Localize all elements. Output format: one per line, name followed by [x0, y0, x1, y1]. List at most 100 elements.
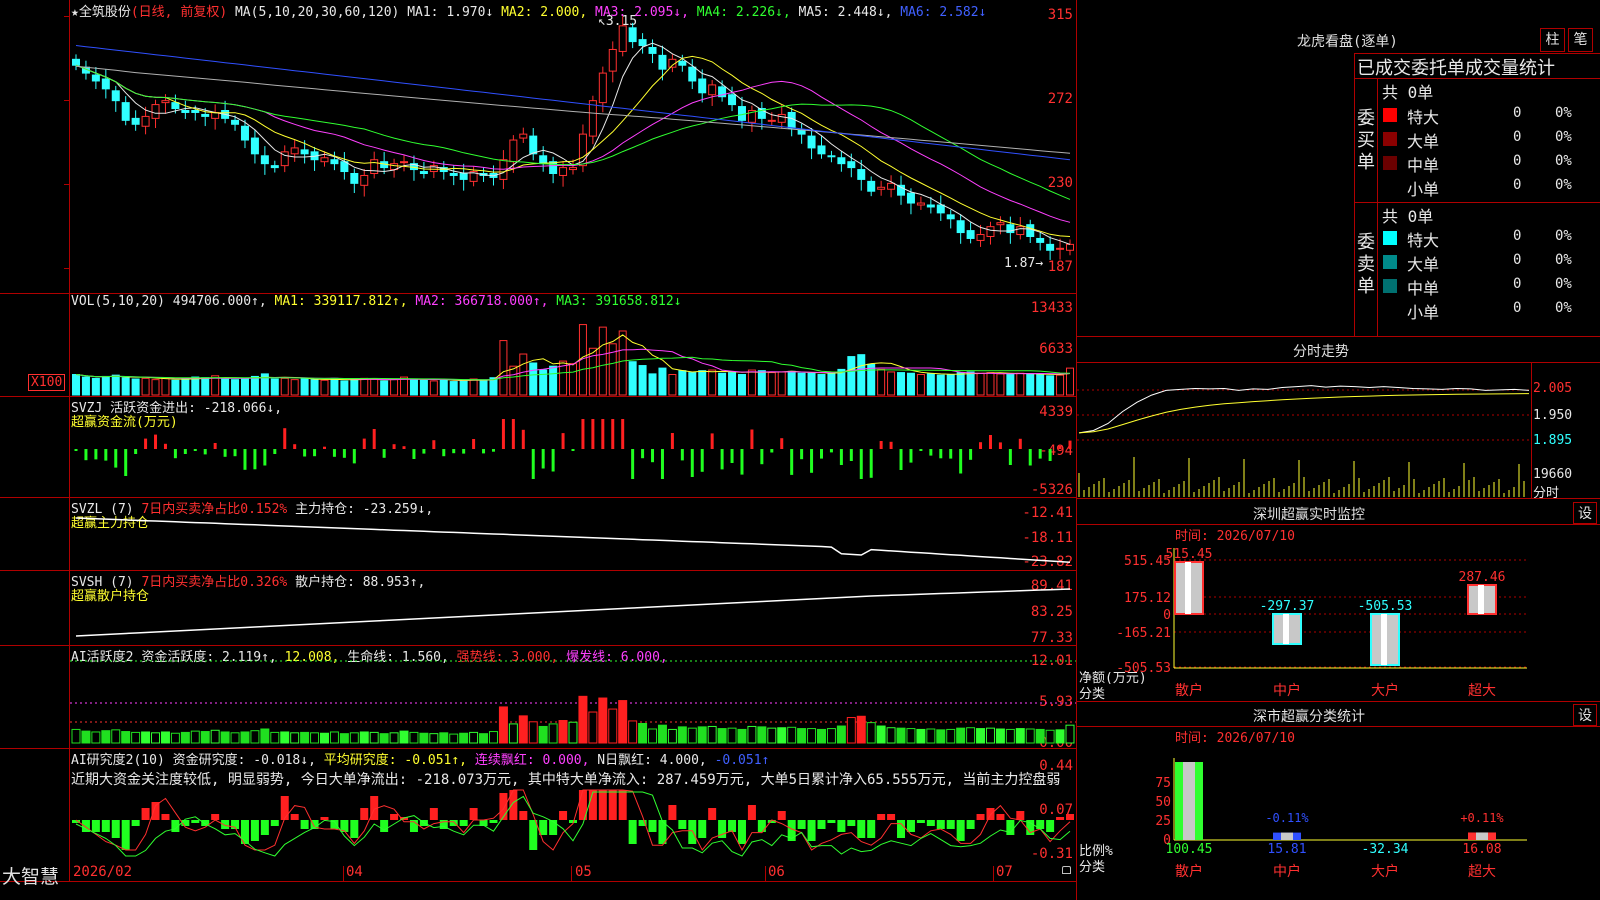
candle-body — [996, 222, 1005, 226]
volume-bar — [201, 377, 210, 396]
flow-bar — [392, 444, 396, 449]
activity-bar — [141, 731, 151, 744]
row-count: 0 — [1513, 228, 1522, 244]
research-bar — [161, 814, 170, 820]
color-swatch — [1383, 279, 1397, 293]
volume-bar — [688, 372, 697, 396]
volume-bar — [976, 372, 985, 396]
monitor-category-label: 中户 — [1273, 682, 1301, 699]
classify-category-label: 超大 — [1468, 864, 1496, 880]
activity-bar — [329, 731, 339, 744]
svsh-line — [75, 588, 1071, 637]
flow-bar — [660, 449, 664, 479]
ma30-line — [75, 64, 1071, 200]
activity-bar — [578, 695, 588, 744]
candle-body — [777, 113, 786, 123]
flow-bar — [879, 441, 883, 449]
research-bar — [459, 820, 468, 826]
research-bar — [668, 805, 677, 820]
activity-bar — [369, 731, 379, 744]
flow-bar — [641, 449, 645, 459]
flow-bar — [1038, 449, 1042, 459]
candle-body — [121, 102, 130, 121]
activity-bar — [290, 732, 300, 744]
candle-body — [320, 157, 329, 163]
volume-bar — [459, 379, 468, 396]
flow-bar — [472, 439, 476, 449]
volume-bar — [81, 376, 90, 396]
volume-bar — [737, 374, 746, 396]
volume-bar — [151, 379, 160, 396]
intraday-price-line — [1078, 385, 1530, 434]
activity-bar — [777, 727, 787, 744]
flow-bar — [979, 442, 983, 449]
volume-bar — [111, 374, 120, 396]
activity-bar — [548, 723, 558, 744]
activity-bar — [687, 727, 697, 744]
flow-bar — [800, 449, 804, 460]
row-count: 0 — [1513, 105, 1522, 121]
volume-bar — [121, 377, 130, 396]
volume-bar — [549, 365, 558, 396]
activity-bar — [300, 731, 310, 744]
research-bar — [728, 820, 737, 832]
activity-bar — [240, 731, 250, 744]
research-bar — [996, 814, 1005, 820]
flow-bar — [193, 449, 197, 451]
flow-bar — [283, 428, 287, 449]
flow-bar — [452, 449, 456, 454]
research-bar — [390, 814, 399, 820]
main-chart-area[interactable]: 315 272 230 187 ★全筑股份(日线, 前复权) MA(5,10,2… — [0, 0, 1077, 900]
volume-bar — [897, 372, 906, 396]
activity-bar — [71, 728, 81, 744]
activity-bar — [91, 731, 101, 744]
candle-body — [449, 173, 458, 176]
volume-bar — [499, 340, 508, 396]
research-bar — [131, 820, 140, 826]
activity-bar — [101, 730, 111, 744]
row-label: 大单 — [1407, 132, 1440, 151]
flow-bar — [730, 449, 734, 463]
research-bar — [469, 808, 478, 820]
classify-bar-highlight — [1281, 832, 1293, 840]
candle-body — [986, 226, 995, 237]
candle-body — [250, 137, 259, 155]
flow-bar — [849, 449, 853, 461]
flow-bar — [541, 449, 545, 469]
activity-bar — [359, 731, 369, 744]
candle-body — [559, 167, 568, 176]
candle-body — [608, 48, 617, 72]
activity-bar — [320, 732, 329, 744]
activity-bar — [1045, 729, 1055, 744]
activity-bar — [568, 721, 578, 744]
research-bar — [221, 820, 230, 829]
activity-bar — [1025, 728, 1035, 744]
activity-bar — [190, 730, 200, 744]
candle-body — [956, 220, 965, 234]
activity-bar — [379, 733, 389, 744]
candle-body — [419, 171, 428, 174]
flow-bar — [482, 449, 486, 454]
flow-bar — [104, 449, 108, 461]
candle-body — [360, 174, 369, 186]
volume-bar — [708, 369, 717, 396]
research-bar — [549, 820, 558, 835]
flow-bar — [263, 449, 267, 466]
flow-bar — [203, 449, 207, 455]
research-bar — [598, 790, 607, 820]
volume-bar — [191, 376, 200, 396]
monitor-category-label: 大户 — [1371, 682, 1399, 699]
volume-bar — [757, 370, 766, 396]
research-bar — [350, 820, 359, 838]
candle-body — [350, 173, 359, 184]
activity-bar — [866, 722, 876, 744]
row-label: 特大 — [1407, 108, 1440, 127]
volume-bar — [380, 380, 389, 396]
monitor-axis-label: 175.12 — [1124, 591, 1171, 606]
candle-body — [549, 161, 558, 174]
candle-body — [151, 104, 160, 119]
activity-bar — [807, 728, 817, 744]
candle-body — [569, 167, 577, 171]
volume-bar — [956, 372, 965, 396]
activity-bar — [180, 731, 190, 744]
